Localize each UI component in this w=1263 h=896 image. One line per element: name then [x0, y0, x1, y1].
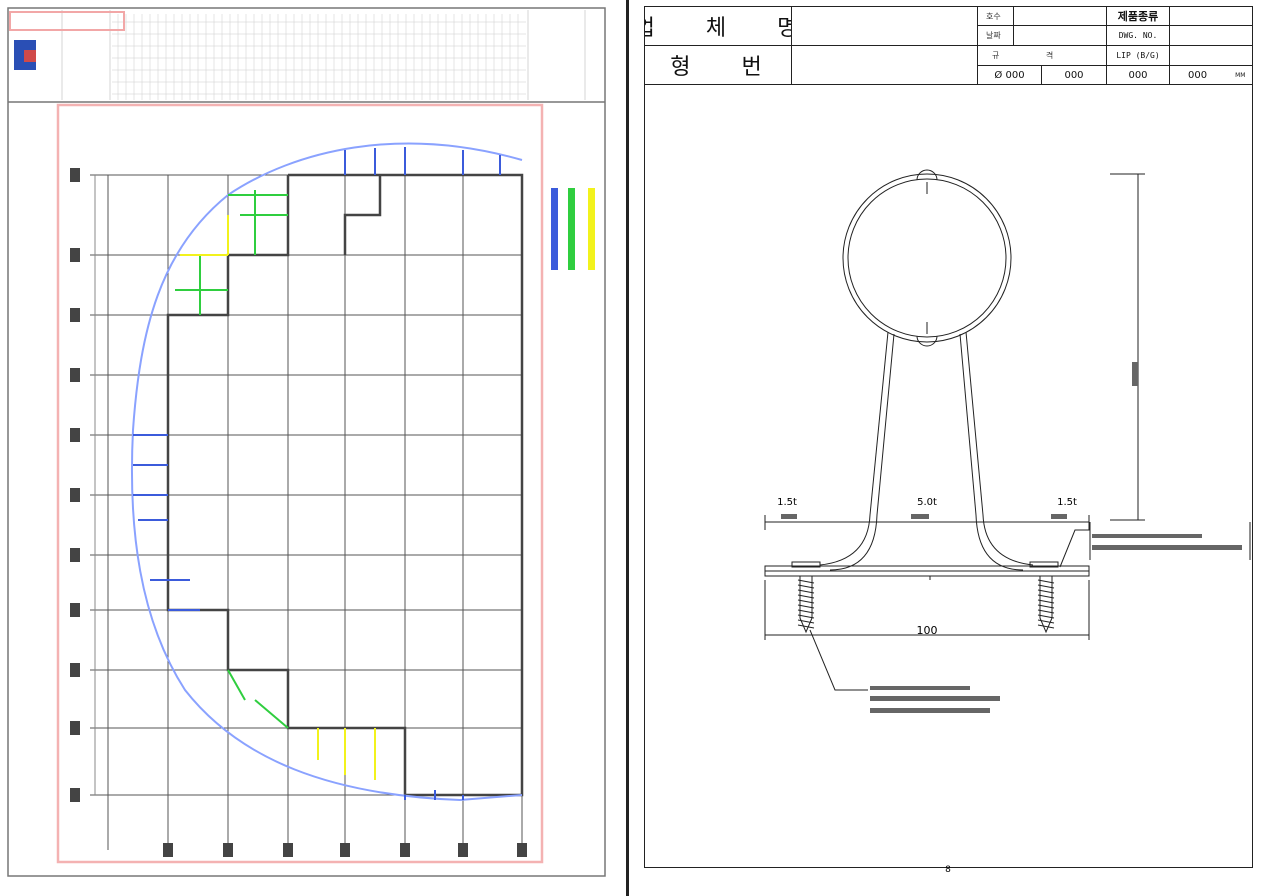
legend-blue-bar: [551, 188, 558, 270]
pipe-inner-ring: [847, 178, 1007, 338]
bracket-detail-drawing: 1.5t 5.0t 1.5t 100 8: [764, 169, 1251, 875]
legend-green-bar: [568, 188, 575, 270]
dim-right-thickness: 1.5t: [1057, 497, 1077, 508]
page-number: 8: [945, 865, 951, 875]
dim-left-thickness: 1.5t: [777, 497, 797, 508]
sheet-divider: [626, 0, 629, 896]
legend-yellow-bar: [588, 188, 595, 270]
dim-base-width: 100: [917, 624, 938, 637]
dim-center-thickness: 5.0t: [917, 497, 937, 508]
pipe-outer-ring: [842, 173, 1012, 343]
layout-plan-sheet: [0, 0, 620, 896]
detail-sheet: 업 체 명 형 번 호수 제품종류 날짜 DWG. NO. 규 격 LIP (B…: [630, 0, 1263, 896]
layout-plan-drawing: [7, 7, 606, 877]
